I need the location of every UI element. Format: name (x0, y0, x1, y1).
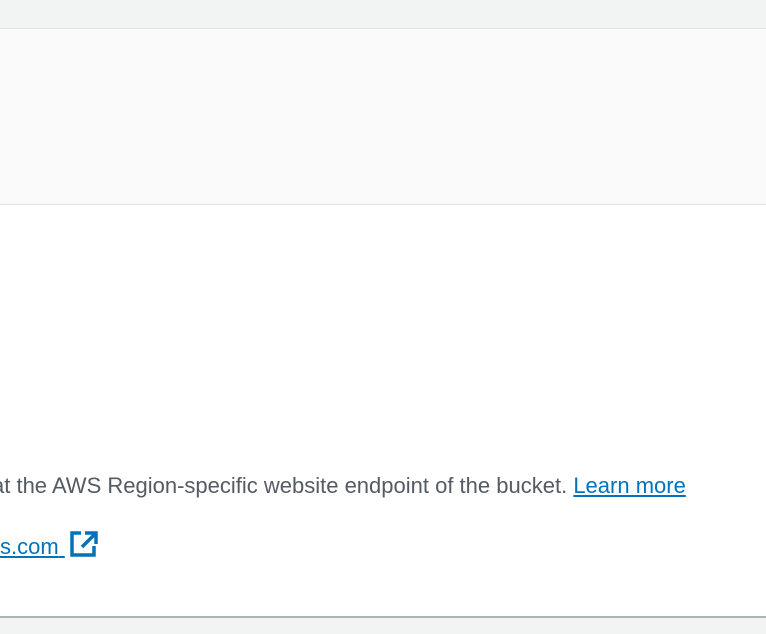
website-endpoint-link[interactable]: s.com (0, 534, 65, 559)
bottom-strip (0, 618, 766, 634)
website-endpoint-row: s.com (0, 530, 99, 567)
external-link-icon[interactable] (69, 530, 99, 567)
top-strip (0, 0, 766, 29)
hosting-description: at the AWS Region-specific website endpo… (0, 470, 766, 502)
learn-more-link[interactable]: Learn more (573, 473, 686, 498)
panel-header (0, 29, 766, 205)
panel-body (0, 205, 766, 618)
website-endpoint-url: s.com (0, 534, 59, 559)
hosting-description-text: at the AWS Region-specific website endpo… (0, 473, 568, 498)
